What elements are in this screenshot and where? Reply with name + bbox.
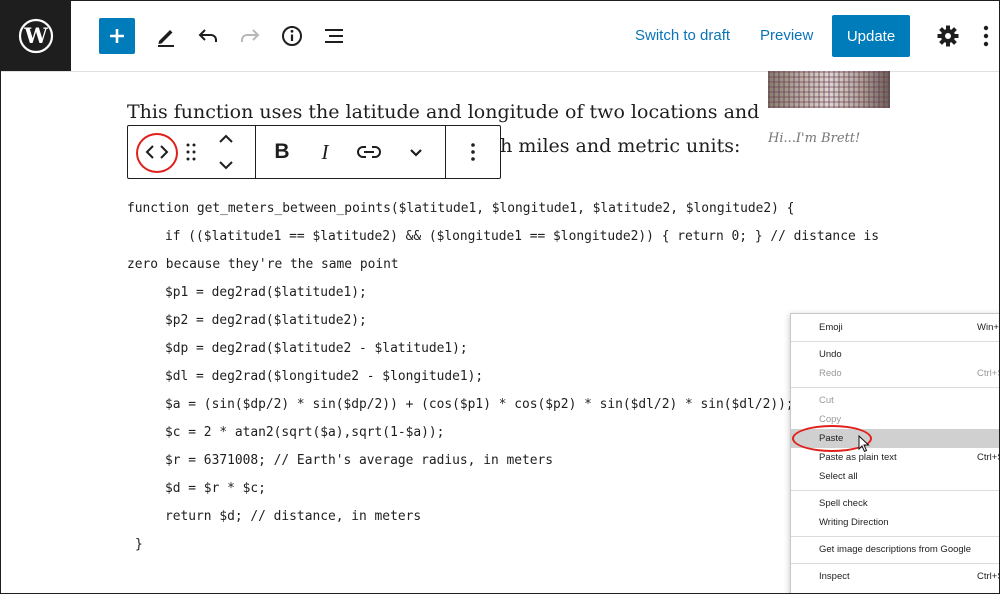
pencil-icon [158, 30, 174, 47]
toolbar-divider [255, 126, 256, 178]
toolbar-divider [445, 126, 446, 178]
drag-handle-icon [186, 143, 196, 161]
link-button[interactable] [352, 126, 386, 178]
code-line[interactable]: zero because they're the same point [127, 255, 399, 275]
editor-top-bar: W Switch to draft Preview Update [1, 1, 999, 72]
wordpress-icon: W [18, 18, 54, 54]
wordpress-logo-button[interactable]: W [1, 1, 71, 71]
author-photo [768, 71, 890, 108]
code-line[interactable]: $dp = deg2rad($latitude2 - $latitude1); [165, 339, 468, 359]
options-button[interactable] [976, 21, 996, 51]
link-icon [357, 146, 381, 158]
menu-separator [791, 490, 999, 491]
more-vertical-icon [471, 143, 475, 161]
code-line[interactable]: $a = (sin($dp/2) * sin($dp/2)) + (cos($p… [165, 395, 794, 415]
update-button[interactable]: Update [832, 15, 910, 57]
plus-icon [110, 29, 124, 43]
menu-item-redo[interactable]: Redo Ctrl+S [791, 364, 999, 383]
list-view-button[interactable] [319, 21, 349, 51]
add-block-button[interactable] [99, 18, 135, 54]
menu-item-cut[interactable]: Cut [791, 391, 999, 410]
code-line[interactable]: return $d; // distance, in meters [165, 507, 421, 527]
chevron-up-icon [219, 134, 233, 143]
more-vertical-icon [983, 25, 989, 47]
paragraph-block-line-2[interactable]: oth miles and metric units: [481, 133, 740, 159]
menu-item-writing-direction[interactable]: Writing Direction [791, 513, 999, 532]
bold-button[interactable]: B [266, 126, 298, 178]
code-line[interactable]: $r = 6371008; // Earth's average radius,… [165, 451, 553, 471]
switch-to-draft-button[interactable]: Switch to draft [635, 26, 730, 46]
undo-button[interactable] [193, 21, 223, 51]
details-button[interactable] [277, 21, 307, 51]
menu-item-inspect[interactable]: Inspect Ctrl+S [791, 567, 999, 586]
move-down-button[interactable] [212, 152, 240, 178]
italic-button[interactable]: I [309, 126, 341, 178]
menu-separator [791, 536, 999, 537]
preview-button[interactable]: Preview [760, 26, 813, 46]
block-toolbar: B I [127, 125, 501, 179]
redo-icon [241, 29, 260, 42]
mouse-cursor-icon [858, 435, 870, 453]
menu-separator [791, 341, 999, 342]
menu-separator [791, 563, 999, 564]
menu-item-image-descriptions[interactable]: Get image descriptions from Google [791, 540, 999, 559]
menu-separator [791, 387, 999, 388]
context-menu: Emoji Win+ Undo Redo Ctrl+S Cut Copy Pas… [790, 313, 999, 593]
code-line[interactable]: $p2 = deg2rad($latitude2); [165, 311, 367, 331]
block-options-button[interactable] [456, 126, 490, 178]
list-view-icon [325, 29, 343, 43]
menu-item-spell-check[interactable]: Spell check [791, 494, 999, 513]
menu-item-undo[interactable]: Undo [791, 345, 999, 364]
info-icon [282, 26, 302, 46]
tools-button[interactable] [151, 21, 181, 51]
code-line[interactable]: $p1 = deg2rad($latitude1); [165, 283, 367, 303]
move-up-button[interactable] [212, 126, 240, 152]
more-rich-text-button[interactable] [399, 126, 433, 178]
menu-item-emoji[interactable]: Emoji Win+ [791, 318, 999, 337]
drag-handle[interactable] [182, 126, 200, 178]
code-line[interactable]: $d = $r * $c; [165, 479, 266, 499]
code-line[interactable]: $c = 2 * atan2(sqrt($a),sqrt(1-$a)); [165, 423, 444, 443]
undo-icon [198, 29, 217, 42]
chevron-down-icon [219, 161, 233, 170]
highlight-circle [136, 133, 178, 173]
editor-window: W Switch to draft Preview Update This fu… [0, 0, 1000, 594]
settings-button[interactable] [933, 21, 963, 51]
code-line[interactable]: function get_meters_between_points($lati… [127, 199, 794, 219]
redo-button[interactable] [235, 21, 265, 51]
code-line[interactable]: if (($latitude1 == $latitude2) && ($long… [165, 227, 879, 247]
author-caption: Hi...I'm Brett! [768, 131, 861, 146]
code-line[interactable]: $dl = deg2rad($longitude2 - $longitude1)… [165, 367, 483, 387]
chevron-down-icon [410, 149, 422, 157]
code-line[interactable]: } [135, 535, 143, 555]
menu-item-select-all[interactable]: Select all [791, 467, 999, 486]
gear-icon [937, 25, 959, 47]
paragraph-block-line-1[interactable]: This function uses the latitude and long… [127, 99, 759, 125]
svg-text:W: W [23, 23, 48, 48]
